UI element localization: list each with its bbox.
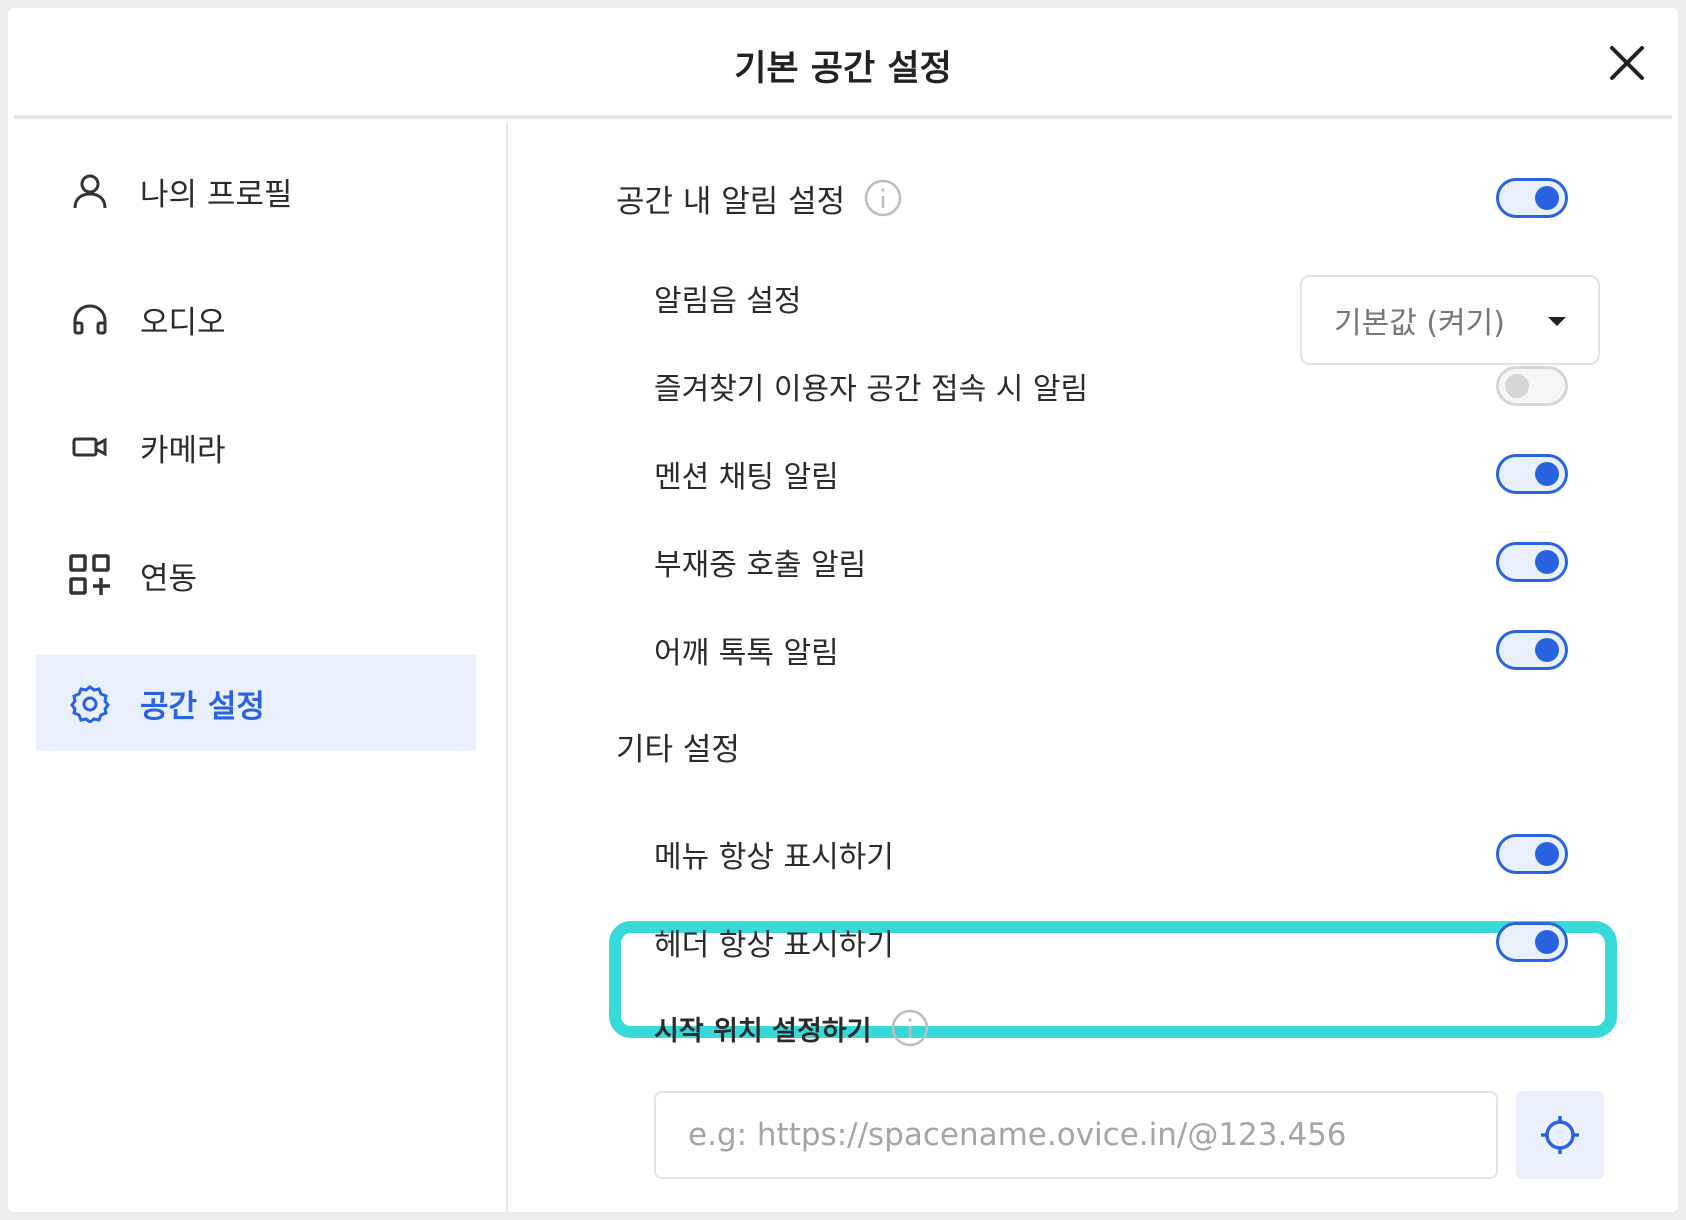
favorites-notification-toggle[interactable] bbox=[1496, 366, 1568, 406]
info-icon[interactable] bbox=[863, 178, 903, 218]
close-icon bbox=[1610, 46, 1644, 80]
favorites-notification-label: 즐겨찾기 이용자 공간 접속 시 알림 bbox=[654, 372, 1089, 407]
settings-content: 공간 내 알림 설정 알림음 설정 기본값 (켜기) 즐겨찾기 이용자 공간 접… bbox=[510, 123, 1678, 1212]
menu-always-row: 메뉴 항상 표시하기 bbox=[654, 829, 894, 879]
sound-select[interactable]: 기본값 (켜기) bbox=[1300, 275, 1600, 365]
start-position-input[interactable] bbox=[654, 1091, 1498, 1179]
sidebar-item-audio[interactable]: 오디오 bbox=[36, 271, 476, 367]
sidebar-item-profile[interactable]: 나의 프로필 bbox=[36, 143, 476, 239]
sound-select-value: 기본값 (켜기) bbox=[1334, 306, 1505, 341]
dialog-title: 기본 공간 설정 bbox=[734, 49, 952, 89]
gear-icon bbox=[66, 679, 114, 727]
sidebar-item-integration[interactable]: 연동 bbox=[36, 527, 476, 623]
mention-notification-toggle[interactable] bbox=[1496, 454, 1568, 494]
notifications-toggle[interactable] bbox=[1496, 178, 1568, 218]
tap-notification-label: 어깨 톡톡 알림 bbox=[654, 636, 839, 671]
header-always-label: 헤더 항상 표시하기 bbox=[654, 928, 894, 963]
away-call-notification-label: 부재중 호출 알림 bbox=[654, 548, 867, 583]
start-position-label: 시작 위치 설정하기 bbox=[654, 1015, 872, 1047]
sidebar-item-label: 공간 설정 bbox=[140, 688, 265, 725]
sidebar-item-label: 오디오 bbox=[140, 304, 226, 341]
tap-notification-toggle[interactable] bbox=[1496, 630, 1568, 670]
video-camera-icon bbox=[66, 423, 114, 471]
close-button[interactable] bbox=[1602, 38, 1652, 88]
favorites-notification-row: 즐겨찾기 이용자 공간 접속 시 알림 bbox=[654, 361, 1088, 411]
sidebar-item-label: 카메라 bbox=[140, 432, 226, 469]
start-position-header: 시작 위치 설정하기 bbox=[654, 1003, 930, 1053]
away-call-notification-toggle[interactable] bbox=[1496, 542, 1568, 582]
chevron-down-icon bbox=[1548, 317, 1566, 326]
mention-notification-label: 멘션 채팅 알림 bbox=[654, 460, 839, 495]
settings-sidebar: 나의 프로필 오디오 카메라 연동 공간 설정 bbox=[8, 123, 508, 1212]
headphones-icon bbox=[66, 295, 114, 343]
locate-button[interactable] bbox=[1516, 1091, 1604, 1179]
crosshair-icon bbox=[1541, 1116, 1579, 1154]
away-call-notification-row: 부재중 호출 알림 bbox=[654, 537, 866, 587]
sound-setting-row: 알림음 설정 bbox=[654, 273, 802, 323]
tap-notification-row: 어깨 톡톡 알림 bbox=[654, 625, 839, 675]
sound-setting-label: 알림음 설정 bbox=[654, 284, 802, 319]
section-title: 기타 설정 bbox=[616, 731, 740, 768]
other-section-header: 기타 설정 bbox=[616, 721, 740, 771]
notifications-section-header: 공간 내 알림 설정 bbox=[616, 173, 903, 223]
dialog-header: 기본 공간 설정 bbox=[14, 8, 1672, 119]
menu-always-label: 메뉴 항상 표시하기 bbox=[654, 840, 894, 875]
info-icon[interactable] bbox=[890, 1008, 930, 1048]
sidebar-item-space-settings[interactable]: 공간 설정 bbox=[36, 655, 476, 751]
apps-add-icon bbox=[66, 551, 114, 599]
user-icon bbox=[66, 167, 114, 215]
sidebar-item-label: 연동 bbox=[140, 560, 198, 597]
header-always-toggle[interactable] bbox=[1496, 922, 1568, 962]
sidebar-item-camera[interactable]: 카메라 bbox=[36, 399, 476, 495]
header-always-row: 헤더 항상 표시하기 bbox=[654, 917, 894, 967]
section-title: 공간 내 알림 설정 bbox=[616, 183, 846, 220]
space-settings-dialog: 기본 공간 설정 나의 프로필 오디오 카메라 연동 공간 설정 공간 내 알림… bbox=[8, 8, 1678, 1212]
mention-notification-row: 멘션 채팅 알림 bbox=[654, 449, 839, 499]
sidebar-item-label: 나의 프로필 bbox=[140, 176, 293, 213]
menu-always-toggle[interactable] bbox=[1496, 834, 1568, 874]
